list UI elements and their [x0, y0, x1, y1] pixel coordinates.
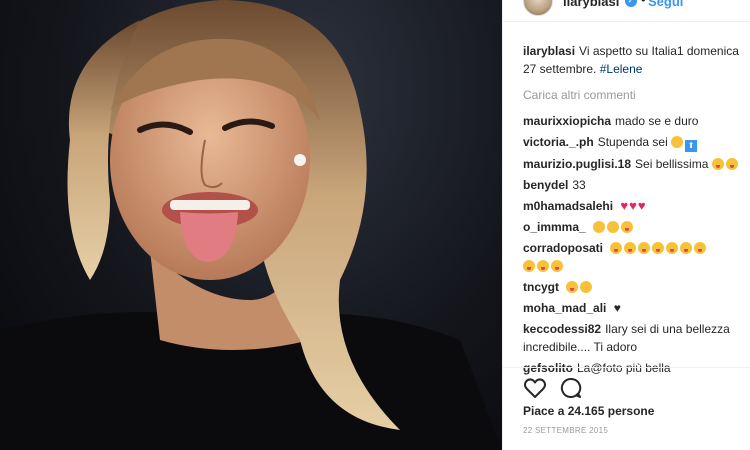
smile-emoji-icon	[593, 221, 606, 233]
comment-item: keccodessi82 Ilary sei di una bellezza in…	[523, 320, 750, 356]
comment-text: 33	[572, 178, 586, 192]
tongue-emoji-icon	[694, 242, 707, 254]
tongue-emoji-icon	[610, 242, 623, 254]
verified-badge-icon: ✓	[625, 0, 637, 7]
author-username[interactable]: ilaryblasi	[563, 0, 619, 9]
tongue-emoji-icon	[523, 260, 535, 272]
speech-bubble-icon[interactable]	[559, 376, 583, 400]
heart-eyes-emoji-icon	[671, 136, 684, 148]
comment-item: moha_mad_ali ♥	[523, 299, 750, 317]
red-heart-emoji-icon: ♥	[637, 198, 646, 213]
tongue-emoji-icon	[652, 242, 665, 254]
red-heart-emoji-icon: ♥	[620, 198, 629, 213]
hashtag-link[interactable]: #Lelene	[600, 62, 643, 76]
comment-item: maurixxiopicha mado se e duro	[523, 112, 750, 130]
comment-username[interactable]: o_immma_	[523, 220, 586, 234]
comment-username[interactable]: benydel	[523, 178, 568, 192]
comment-item: o_immma_	[523, 218, 750, 236]
comment-username[interactable]: tncygt	[523, 280, 559, 294]
comment-item: tncygt	[523, 278, 750, 296]
tongue-emoji-icon	[711, 158, 724, 170]
load-more-comments[interactable]: Carica altri commenti	[523, 86, 750, 104]
comment-username[interactable]: keccodessi82	[523, 322, 601, 336]
tongue-emoji-icon	[666, 242, 679, 254]
post-actions: Piace a 24.165 persone 22 SETTEMBRE 2015	[503, 367, 750, 450]
separator-dot: •	[641, 0, 646, 7]
post-header: ilaryblasi ✓ • Segui	[503, 0, 750, 22]
comment-list: ilaryblasi Vi aspetto su Italia1 domenica…	[523, 42, 750, 380]
comment-item: victoria._.ph Stupenda sei ⬆	[523, 133, 750, 152]
tongue-emoji-icon	[624, 242, 637, 254]
comment-username[interactable]: victoria._.ph	[523, 135, 594, 149]
photo-illustration	[0, 0, 502, 450]
comment-username[interactable]: moha_mad_ali	[523, 301, 606, 315]
comment-item: benydel 33	[523, 176, 750, 194]
follow-button[interactable]: Segui	[648, 0, 683, 9]
avatar[interactable]	[523, 0, 553, 16]
comment-item: maurizio.puglisi.18 Sei bellissima	[523, 155, 750, 173]
black-heart-emoji-icon: ♥	[613, 301, 621, 315]
likes-count[interactable]: Piace a 24.165 persone	[523, 404, 654, 418]
tongue-emoji-icon	[638, 242, 651, 254]
post-photo[interactable]	[0, 0, 502, 450]
caption-username[interactable]: ilaryblasi	[523, 44, 575, 58]
comment-item: corradoposati	[523, 239, 750, 275]
tongue-emoji-icon	[621, 221, 634, 233]
smile-emoji-icon	[607, 221, 620, 233]
tongue-emoji-icon	[680, 242, 693, 254]
up-arrow-emoji-icon: ⬆	[685, 140, 698, 152]
comment-text: Sei bellissima	[635, 157, 709, 171]
tongue-emoji-icon	[566, 281, 579, 293]
post-sidebar: ilaryblasi ✓ • Segui ilaryblasiVi aspett…	[502, 0, 750, 450]
tongue-emoji-icon	[551, 260, 563, 272]
comment-item: m0hamadsalehi ♥♥♥	[523, 197, 750, 215]
post-date: 22 SETTEMBRE 2015	[523, 426, 609, 435]
tongue-emoji-icon	[537, 260, 549, 272]
comment-username[interactable]: corradoposati	[523, 241, 603, 255]
caption: ilaryblasi Vi aspetto su Italia1 domenica…	[523, 42, 750, 78]
tongue-emoji-icon	[725, 158, 738, 170]
comment-username[interactable]: maurixxiopicha	[523, 114, 611, 128]
comment-username[interactable]: maurizio.puglisi.18	[523, 157, 631, 171]
red-heart-emoji-icon: ♥	[629, 198, 637, 213]
grin-emoji-icon	[580, 281, 593, 293]
comment-text: mado se e duro	[615, 114, 699, 128]
comment-text: Stupenda sei	[597, 135, 668, 149]
comment-username[interactable]: m0hamadsalehi	[523, 199, 613, 213]
heart-outline-icon[interactable]	[523, 376, 547, 400]
